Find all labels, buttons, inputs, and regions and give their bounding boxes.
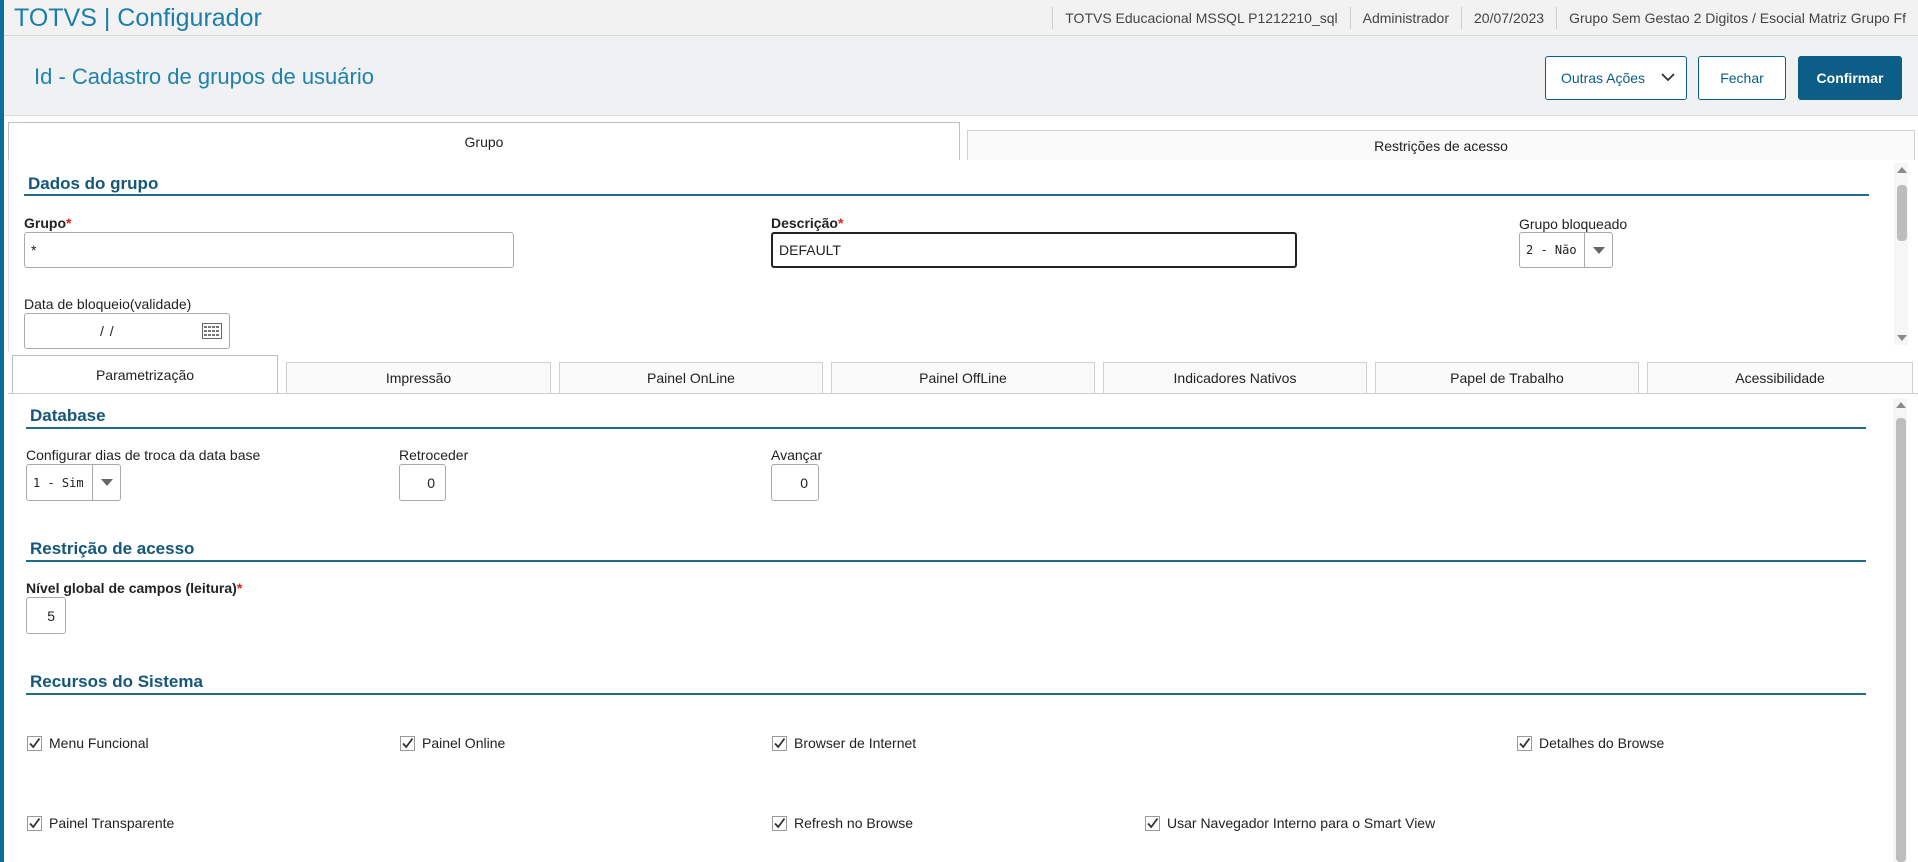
check-label: Usar Navegador Interno para o Smart View <box>1167 815 1436 831</box>
retroceder-label: Retroceder <box>399 447 469 463</box>
avancar-value: 0 <box>800 474 808 491</box>
sub-tabs-divider <box>8 393 1918 394</box>
restricao-acesso-title: Restrição de acesso <box>30 539 195 558</box>
left-accent-bar <box>0 0 4 862</box>
check-refresh-browse[interactable]: Refresh no Browse <box>772 815 913 831</box>
grupo-label: Grupo* <box>24 215 71 231</box>
nivel-global-label: Nível global de campos (leitura)* <box>26 580 242 596</box>
tab-impressao[interactable]: Impressão <box>286 362 551 393</box>
database-title: Database <box>30 406 106 425</box>
avancar-label: Avançar <box>771 447 823 463</box>
required-mark: * <box>837 215 844 231</box>
data-bloqueio-label: Data de bloqueio(validade) <box>24 296 192 312</box>
check-label: Browser de Internet <box>794 735 917 751</box>
check-label: Detalhes do Browse <box>1539 735 1665 751</box>
tab-painel-offline[interactable]: Painel OffLine <box>831 362 1095 393</box>
page-title: Id - Cadastro de grupos de usuário <box>34 64 374 89</box>
check-painel-transparente[interactable]: Painel Transparente <box>27 815 174 831</box>
tab-parametrizacao[interactable]: Parametrização <box>12 355 278 394</box>
fechar-button[interactable]: Fechar <box>1698 56 1786 100</box>
dados-do-grupo-title: Dados do grupo <box>28 174 159 193</box>
scroll-up-icon[interactable] <box>1896 402 1906 408</box>
grupo-value: * <box>31 242 37 258</box>
tab-indicadores-nativos[interactable]: Indicadores Nativos <box>1103 362 1367 393</box>
data-bloqueio-input[interactable]: / / <box>24 313 230 349</box>
check-menu-funcional[interactable]: Menu Funcional <box>27 735 149 751</box>
scroll-thumb[interactable] <box>1896 418 1906 862</box>
checkbox-checked-icon[interactable] <box>27 735 42 751</box>
checkbox-checked-icon[interactable] <box>772 815 787 831</box>
app-title: TOTVS | Configurador <box>14 4 262 32</box>
calendar-icon[interactable] <box>202 323 222 339</box>
session-info: TOTVS Educacional MSSQL P1212210_sql Adm… <box>1052 0 1918 36</box>
checkbox-checked-icon[interactable] <box>27 815 42 831</box>
top-panel-scrollbar[interactable] <box>1894 163 1908 345</box>
dropdown-arrow-icon <box>1584 233 1612 267</box>
check-navegador-interno[interactable]: Usar Navegador Interno para o Smart View <box>1145 815 1435 831</box>
section-divider <box>26 693 1866 695</box>
check-label: Refresh no Browse <box>794 815 914 831</box>
outras-acoes-label: Outras Ações <box>1561 70 1646 86</box>
scroll-down-icon[interactable] <box>1897 335 1907 341</box>
checkbox-checked-icon[interactable] <box>1517 735 1532 751</box>
checkbox-checked-icon[interactable] <box>1145 815 1160 831</box>
user-info[interactable]: Administrador <box>1349 7 1461 29</box>
grupo-label-text: Grupo <box>24 215 66 231</box>
dropdown-arrow-icon <box>92 465 120 500</box>
check-painel-online[interactable]: Painel Online <box>400 735 505 751</box>
outras-acoes-button[interactable]: Outras Ações <box>1545 56 1687 100</box>
checkbox-checked-icon[interactable] <box>772 735 787 751</box>
checkbox-checked-icon[interactable] <box>400 735 415 751</box>
check-label: Menu Funcional <box>49 735 149 751</box>
company-info[interactable]: Grupo Sem Gestao 2 Digitos / Esocial Mat… <box>1556 7 1918 29</box>
grupo-bloqueado-select[interactable]: 2 - Não <box>1519 232 1613 268</box>
retroceder-input[interactable]: 0 <box>399 464 446 501</box>
nivel-global-input[interactable]: 5 <box>26 597 66 634</box>
config-dias-label: Configurar dias de troca da data base <box>26 447 261 463</box>
chevron-down-icon <box>1661 73 1675 82</box>
page-header: Id - Cadastro de grupos de usuário Outra… <box>4 36 1918 116</box>
grupo-bloqueado-value: 2 - Não <box>1526 243 1577 257</box>
nivel-global-label-text: Nível global de campos (leitura) <box>26 580 237 596</box>
grupo-bloqueado-label: Grupo bloqueado <box>1519 216 1628 232</box>
required-mark: * <box>236 580 243 596</box>
config-dias-value: 1 - Sim <box>33 475 84 490</box>
descricao-value: DEFAULT <box>779 242 841 258</box>
recursos-sistema-title: Recursos do Sistema <box>30 672 203 691</box>
tab-acessibilidade[interactable]: Acessibilidade <box>1647 362 1913 393</box>
check-browser-internet[interactable]: Browser de Internet <box>772 735 916 751</box>
confirmar-button[interactable]: Confirmar <box>1798 56 1902 100</box>
descricao-input[interactable]: DEFAULT <box>771 232 1297 268</box>
scroll-up-icon[interactable] <box>1897 167 1907 173</box>
config-dias-select[interactable]: 1 - Sim <box>26 464 121 501</box>
tab-painel-online[interactable]: Painel OnLine <box>559 362 823 393</box>
date-info[interactable]: 20/07/2023 <box>1461 7 1556 29</box>
top-bar: TOTVS | Configurador TOTVS Educacional M… <box>4 0 1918 36</box>
section-divider <box>26 427 1866 429</box>
required-mark: * <box>66 215 72 231</box>
section-divider <box>26 560 1866 562</box>
descricao-label-text: Descrição <box>771 215 838 231</box>
grupo-input[interactable]: * <box>24 232 514 268</box>
check-detalhes-browse[interactable]: Detalhes do Browse <box>1517 735 1664 751</box>
avancar-input[interactable]: 0 <box>771 464 819 501</box>
section-divider <box>24 194 1869 196</box>
check-label: Painel Online <box>422 735 506 751</box>
check-label: Painel Transparente <box>49 815 175 831</box>
tab-restricoes-de-acesso[interactable]: Restrições de acesso <box>967 130 1915 160</box>
scroll-thumb[interactable] <box>1897 185 1907 241</box>
descricao-label: Descrição* <box>771 215 843 231</box>
retroceder-value: 0 <box>427 474 435 491</box>
nivel-global-value: 5 <box>47 607 55 624</box>
tab-papel-de-trabalho[interactable]: Papel de Trabalho <box>1375 362 1639 393</box>
tab-grupo[interactable]: Grupo <box>8 122 960 162</box>
lower-panel-scrollbar[interactable] <box>1893 398 1907 862</box>
data-bloqueio-value: / / <box>100 323 115 339</box>
environment-info[interactable]: TOTVS Educacional MSSQL P1212210_sql <box>1052 7 1349 29</box>
